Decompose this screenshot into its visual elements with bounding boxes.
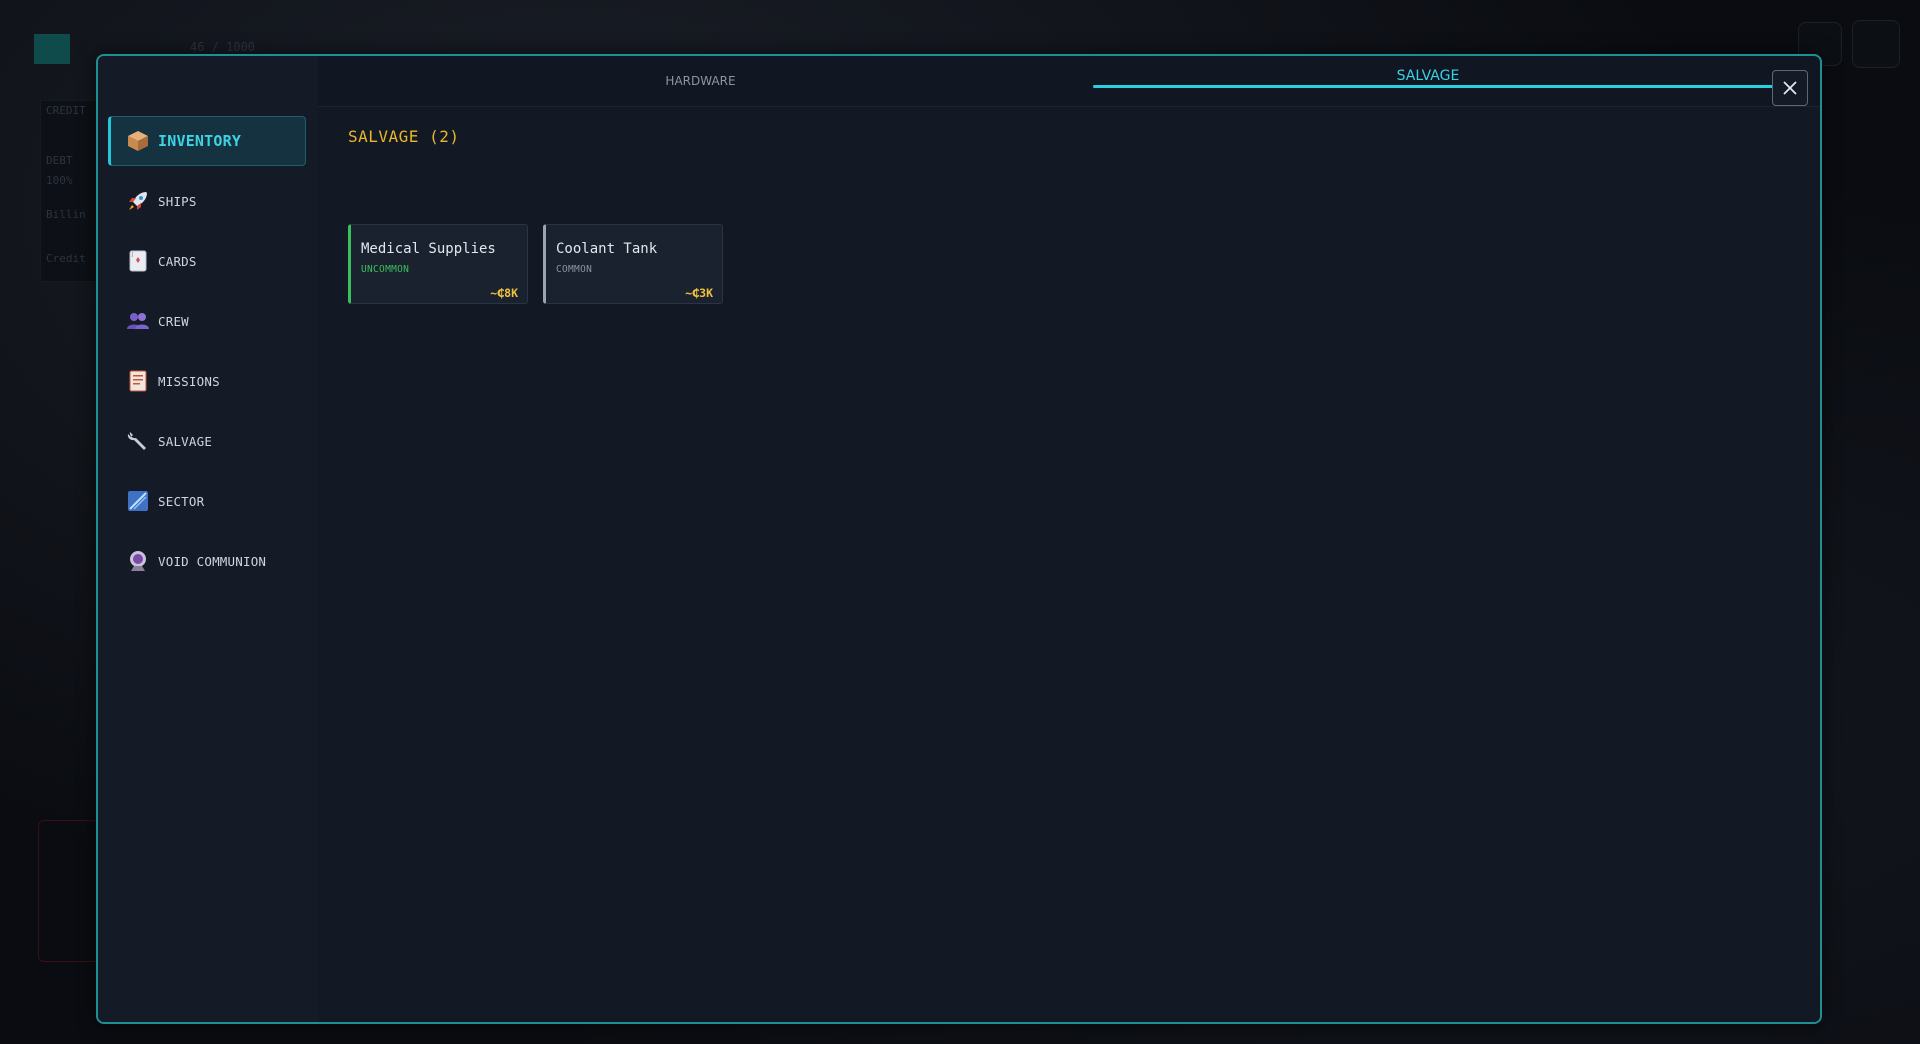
sidebar-item-sector[interactable]: SECTOR (108, 476, 306, 526)
tabs-bar: HARDWARE SALVAGE (318, 56, 1820, 107)
sector-icon (126, 489, 150, 513)
sidebar-item-inventory[interactable]: INVENTORY (108, 116, 306, 166)
tab-label: SALVAGE (1396, 68, 1460, 84)
void-communion-icon (126, 549, 150, 573)
sidebar-item-label: VOID COMMUNION (158, 553, 267, 569)
salvage-item-card[interactable]: Medical Supplies UNCOMMON ~₵8K (348, 224, 528, 304)
sidebar-item-label: SECTOR (158, 493, 205, 509)
cards-icon: J (126, 249, 150, 273)
item-name: Coolant Tank (556, 241, 658, 257)
content-area: SALVAGE (2) Medical Supplies UNCOMMON ~₵… (318, 107, 1820, 1022)
wrench-icon (126, 429, 150, 453)
sidebar-item-label: CREW (158, 313, 189, 329)
sidebar-item-label: INVENTORY (158, 132, 242, 150)
sidebar: INVENTORY SHIPS J CARDS CREW MISSIONS SA… (98, 56, 318, 1022)
bg-debt-value: 100% (46, 174, 73, 187)
bg-counter: 46 / 1000 (190, 40, 256, 54)
tab-hardware[interactable]: HARDWARE (318, 56, 1083, 106)
item-rarity: COMMON (556, 264, 593, 275)
item-value: ~₵3K (685, 286, 713, 300)
box-icon (126, 129, 150, 153)
inventory-modal: INVENTORY SHIPS J CARDS CREW MISSIONS SA… (96, 54, 1822, 1024)
missions-icon (126, 369, 150, 393)
sidebar-item-crew[interactable]: CREW (108, 296, 306, 346)
salvage-item-card[interactable]: Coolant Tank COMMON ~₵3K (543, 224, 723, 304)
sidebar-item-label: MISSIONS (158, 373, 220, 389)
bg-credit-label: Credit (46, 252, 86, 265)
sidebar-item-label: SALVAGE (158, 433, 213, 449)
close-icon (1783, 81, 1797, 95)
rocket-icon (126, 189, 150, 213)
bg-billing-label: Billin (46, 208, 86, 221)
bg-help-button (1852, 20, 1900, 68)
section-title: SALVAGE (2) (348, 127, 460, 146)
sidebar-item-missions[interactable]: MISSIONS (108, 356, 306, 406)
bg-minimap-square (34, 34, 70, 64)
svg-text:J: J (131, 252, 133, 258)
close-button[interactable] (1772, 70, 1808, 106)
bg-credits-label: CREDIT (46, 104, 86, 117)
tab-label: HARDWARE (665, 74, 736, 88)
sidebar-item-label: CARDS (158, 253, 197, 269)
tab-salvage[interactable]: SALVAGE (1083, 56, 1781, 106)
sidebar-item-cards[interactable]: J CARDS (108, 236, 306, 286)
sidebar-item-void-communion[interactable]: VOID COMMUNION (108, 536, 306, 586)
sidebar-item-ships[interactable]: SHIPS (108, 176, 306, 226)
bg-alert-panel (38, 820, 100, 962)
tab-active-indicator (1093, 85, 1773, 88)
bg-debt-label: DEBT (46, 154, 73, 167)
sidebar-item-salvage[interactable]: SALVAGE (108, 416, 306, 466)
item-rarity: UNCOMMON (361, 264, 410, 275)
item-name: Medical Supplies (361, 241, 496, 257)
sidebar-item-label: SHIPS (158, 193, 197, 209)
item-value: ~₵8K (490, 286, 518, 300)
crew-icon (126, 309, 150, 333)
